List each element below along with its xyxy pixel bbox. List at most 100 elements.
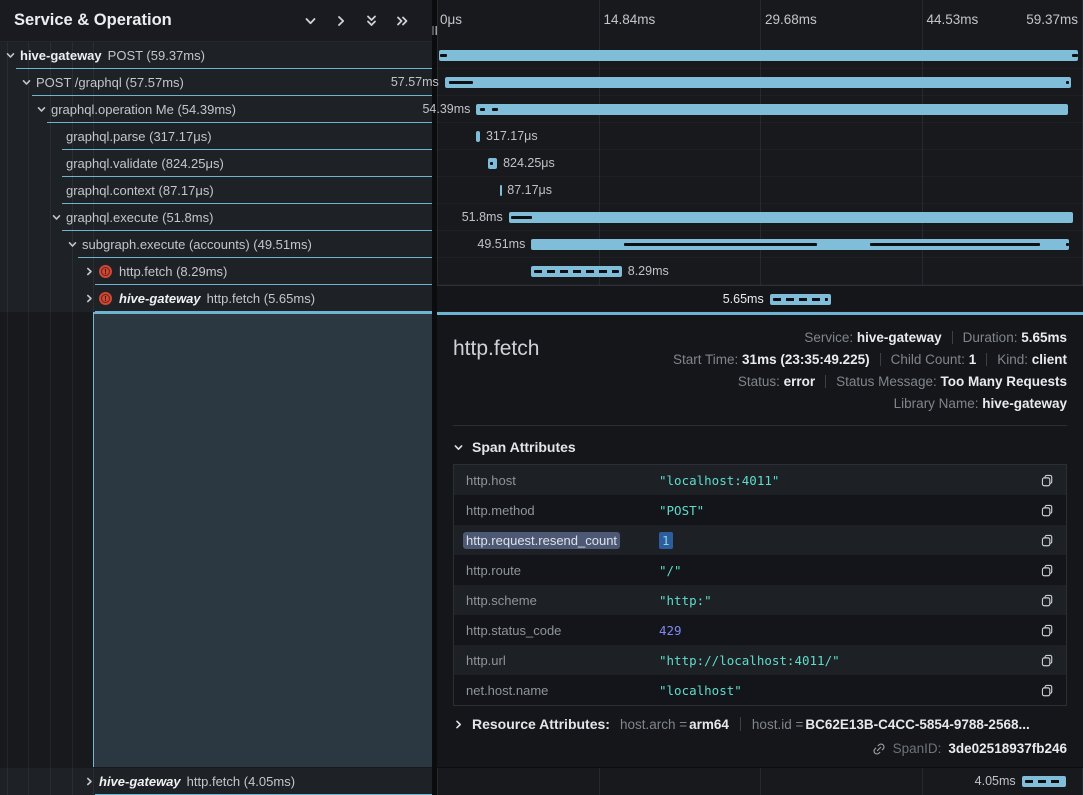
span-bar[interactable] (509, 212, 1073, 223)
collapse-one-icon[interactable] (303, 14, 318, 28)
tree-row[interactable]: graphql.operation Me (54.39ms) (0, 96, 432, 123)
tree-row-label: POST (59.37ms) (108, 48, 205, 63)
tree-row[interactable]: !hive-gatewayhttp.fetch (5.65ms) (0, 285, 432, 312)
tree-chevron[interactable] (37, 105, 51, 114)
tree-chevron[interactable] (6, 51, 20, 60)
chevron-right-icon[interactable] (453, 719, 464, 730)
timeline-tick-label: 59.37ms (1026, 12, 1078, 27)
timeline-tick-label: 44.53ms (927, 12, 979, 27)
collapse-all-icon[interactable] (364, 14, 379, 28)
tree-row[interactable]: POST /graphql (57.57ms) (0, 69, 432, 96)
chevron-right-icon[interactable] (85, 777, 94, 786)
copy-button[interactable] (1040, 503, 1054, 518)
tree-row[interactable]: graphql.parse (317.17μs) (0, 123, 432, 150)
copy-icon (1040, 593, 1054, 608)
tree-row-label: POST /graphql (57.57ms) (36, 75, 184, 90)
copy-button[interactable] (1040, 533, 1054, 548)
copy-button[interactable] (1040, 623, 1054, 638)
grid-line (922, 0, 923, 42)
timeline-row[interactable]: 824.25μs (437, 150, 1083, 177)
tree-row[interactable]: !http.fetch (8.29ms) (0, 258, 432, 285)
span-bar[interactable] (445, 77, 1072, 88)
attribute-row: http.status_code429 (454, 615, 1066, 645)
timeline-row[interactable]: 51.8ms (437, 204, 1083, 231)
timeline-row[interactable] (437, 42, 1083, 69)
tree-row[interactable]: hive-gatewayPOST (59.37ms) (0, 42, 432, 69)
chevron-down-icon[interactable] (68, 240, 77, 249)
tree-row-label: graphql.operation Me (54.39ms) (51, 102, 236, 117)
attribute-row: http.method"POST" (454, 495, 1066, 525)
tree-row[interactable]: hive-gatewayhttp.fetch (4.05ms) (0, 768, 432, 795)
meta-separator (825, 375, 826, 388)
tree-row[interactable]: graphql.execute (51.8ms) (0, 204, 432, 231)
span-bar-duration-label: 49.51ms (477, 237, 525, 251)
tree-row[interactable]: graphql.context (87.17μs) (0, 177, 432, 204)
timeline-row[interactable]: 5.65ms (437, 285, 1083, 312)
span-bar[interactable] (531, 266, 621, 277)
copy-button[interactable] (1040, 563, 1054, 578)
tree-row-label: http.fetch (8.29ms) (119, 264, 227, 279)
span-bar[interactable] (476, 131, 480, 142)
copy-button[interactable] (1040, 683, 1054, 698)
span-bar-segment (1066, 243, 1069, 246)
tree-row-service: hive-gateway (119, 291, 201, 306)
grid-line (760, 768, 761, 795)
meta-value: hive-gateway (857, 330, 942, 345)
attribute-key: net.host.name (466, 683, 659, 698)
span-bar-segment (490, 162, 493, 165)
timeline-row[interactable]: 87.17μs (437, 177, 1083, 204)
tree-row[interactable]: subgraph.execute (accounts) (49.51ms) (0, 231, 432, 258)
span-bar-segment (1066, 81, 1070, 84)
timeline-row[interactable]: 54.39ms (437, 96, 1083, 123)
span-bar[interactable] (770, 294, 831, 305)
span-bar[interactable] (1022, 776, 1067, 787)
copy-button[interactable] (1040, 473, 1054, 488)
resource-attributes-title[interactable]: Resource Attributes: (472, 716, 610, 732)
tree-chevron[interactable] (22, 78, 36, 87)
timeline-row[interactable]: 317.17μs (437, 123, 1083, 150)
tree-chevron[interactable] (52, 213, 66, 222)
chevron-down-icon[interactable] (6, 51, 15, 60)
attribute-row: http.host"localhost:4011" (454, 465, 1066, 495)
tree-chevron[interactable] (85, 294, 99, 303)
tree-chevron[interactable] (68, 240, 82, 249)
span-bar[interactable] (476, 104, 1068, 115)
span-bar[interactable] (500, 185, 502, 196)
expand-one-icon[interactable] (334, 14, 348, 28)
meta-value: 1 (969, 352, 977, 367)
chevron-right-icon[interactable] (85, 267, 94, 276)
span-attributes-header[interactable]: Span Attributes (453, 439, 1067, 455)
selected-text: 1 (659, 532, 673, 549)
span-bar-duration-label: 51.8ms (462, 210, 503, 224)
timeline-row[interactable]: 57.57ms (437, 69, 1083, 96)
tree-row[interactable]: graphql.validate (824.25μs) (0, 150, 432, 177)
tree-row-label: http.fetch (4.05ms) (187, 774, 295, 789)
span-bar-duration-label: 317.17μs (486, 129, 538, 143)
grid-line (760, 0, 761, 42)
copy-icon (1040, 503, 1054, 518)
tree-chevron[interactable] (85, 267, 99, 276)
copy-button[interactable] (1040, 593, 1054, 608)
tree-chevron[interactable] (85, 777, 99, 786)
chevron-down-icon[interactable] (52, 213, 61, 222)
attribute-row: http.route"/" (454, 555, 1066, 585)
expanded-span-block (93, 312, 432, 767)
timeline-row[interactable]: 49.51ms (437, 231, 1083, 258)
chevron-right-icon[interactable] (85, 294, 94, 303)
tree-panel-title: Service & Operation (14, 11, 303, 30)
timeline-tick-label: 14.84ms (604, 12, 656, 27)
spanid-row: SpanID: 3de02518937fb246 (453, 741, 1067, 756)
span-bar[interactable] (439, 50, 1079, 61)
timeline-tick-label: 0μs (440, 12, 462, 27)
copy-icon (1040, 683, 1054, 698)
span-bar-segment (492, 108, 498, 111)
expand-all-icon[interactable] (395, 14, 410, 28)
chevron-down-icon[interactable] (22, 78, 31, 87)
timeline-row[interactable]: 8.29ms (437, 258, 1083, 285)
tree-header: Service & Operation (0, 0, 432, 42)
copy-button[interactable] (1040, 653, 1054, 668)
spanid-value: 3de02518937fb246 (948, 741, 1067, 756)
tree-row-label: graphql.execute (51.8ms) (66, 210, 213, 225)
chevron-down-icon[interactable] (37, 105, 46, 114)
span-bar-segment (480, 108, 486, 111)
